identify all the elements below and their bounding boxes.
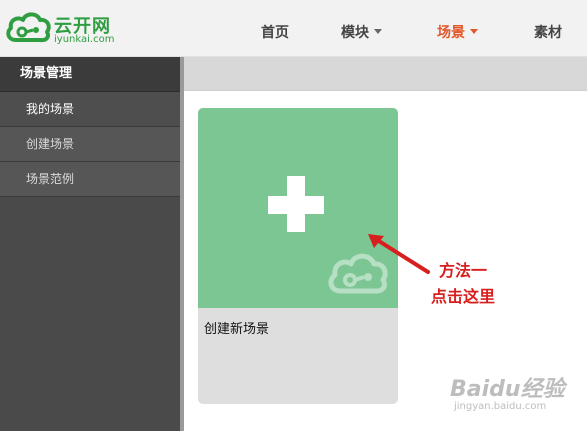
nav-scenes-label: 场景: [437, 25, 465, 41]
annotation-line2: 点击这里: [430, 287, 495, 306]
sidebar-item-label: 场景范例: [26, 172, 75, 186]
nav-modules[interactable]: 模块: [341, 22, 382, 42]
main-toolbar: [184, 57, 587, 91]
baidu-watermark-domain: jingyan.baidu.com: [454, 401, 547, 412]
nav-modules-label: 模块: [341, 25, 369, 41]
plus-icon-vertical: [287, 176, 305, 232]
card-cover: [198, 108, 398, 308]
sidebar-item-label: 我的场景: [26, 102, 75, 116]
sidebar: 场景管理 我的场景 创建场景 场景范例: [0, 57, 180, 431]
nav-materials[interactable]: 素材: [534, 22, 562, 42]
sidebar-item-scene-examples[interactable]: 场景范例: [0, 162, 180, 197]
sidebar-item-my-scenes[interactable]: 我的场景: [0, 92, 180, 127]
logo-domain: iyunkai.com: [54, 34, 115, 45]
sidebar-divider: [180, 57, 184, 431]
top-header: 云开网 iyunkai.com 首页 模块 场景 素材: [0, 0, 587, 57]
site-logo[interactable]: 云开网 iyunkai.com: [4, 6, 134, 50]
baidu-watermark: Baidu经验 jingyan.baidu.com: [450, 371, 580, 421]
nav-home-label: 首页: [261, 25, 289, 41]
nav-scenes[interactable]: 场景: [437, 22, 478, 42]
chevron-down-icon: [470, 28, 478, 34]
nav-materials-label: 素材: [534, 25, 562, 41]
baidu-watermark-text: Baidu经验: [450, 377, 565, 402]
sidebar-title: 场景管理: [0, 57, 180, 92]
annotation-text: 方法一 点击这里: [418, 258, 508, 310]
card-label: 创建新场景: [204, 322, 270, 337]
sidebar-item-create-scene[interactable]: 创建场景: [0, 127, 180, 162]
nav-home[interactable]: 首页: [261, 22, 289, 42]
sidebar-item-label: 创建场景: [26, 137, 75, 151]
annotation-line1: 方法一: [438, 261, 487, 280]
cloud-logo-icon: [6, 12, 51, 43]
chevron-down-icon: [374, 28, 382, 34]
